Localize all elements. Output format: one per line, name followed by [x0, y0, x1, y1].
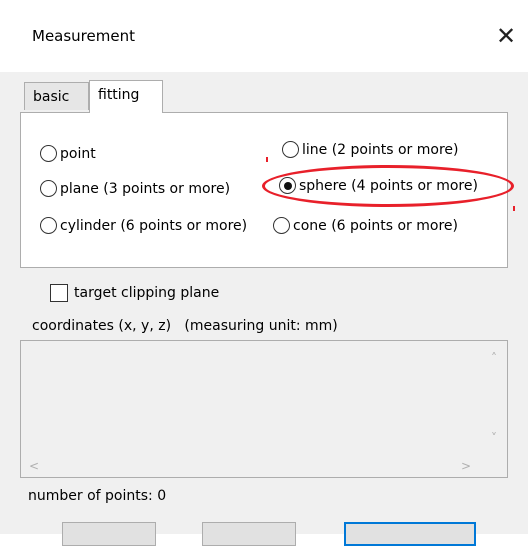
vertical-scrollbar[interactable]: ˄ ˅	[487, 341, 507, 459]
radio-label: line (2 points or more)	[302, 141, 459, 158]
radio-button-icon	[40, 145, 57, 162]
radio-button-icon	[282, 141, 299, 158]
tab-fitting[interactable]: fitting	[89, 80, 163, 113]
red-mark	[266, 157, 268, 162]
radio-button-icon	[40, 180, 57, 197]
radio-label: point	[60, 145, 96, 162]
scroll-up-icon[interactable]: ˄	[491, 351, 497, 365]
button-partial-1[interactable]	[62, 522, 156, 546]
scroll-down-icon[interactable]: ˅	[491, 431, 497, 445]
radio-label: cylinder (6 points or more)	[60, 217, 248, 234]
red-mark	[513, 206, 515, 211]
button-partial-3[interactable]	[344, 522, 476, 546]
scroll-right-icon[interactable]: >	[461, 459, 471, 473]
radio-cone[interactable]: cone (6 points or more)	[273, 217, 458, 234]
window-title: Measurement	[32, 27, 135, 45]
close-icon[interactable]: ✕	[490, 18, 522, 54]
checkbox-label: target clipping plane	[74, 285, 220, 301]
radio-button-selected-icon	[279, 177, 296, 194]
coordinates-textarea[interactable]: ˄ ˅ < >	[20, 340, 508, 478]
checkbox-icon	[50, 284, 68, 302]
radio-point[interactable]: point	[40, 145, 96, 162]
radio-plane[interactable]: plane (3 points or more)	[40, 180, 230, 197]
radio-sphere[interactable]: sphere (4 points or more)	[279, 177, 478, 194]
radio-cylinder[interactable]: cylinder (6 points or more)	[40, 217, 247, 234]
radio-label: sphere (4 points or more)	[299, 177, 478, 194]
radio-button-icon	[40, 217, 57, 234]
radio-label: plane (3 points or more)	[60, 180, 231, 197]
radio-line[interactable]: line (2 points or more)	[282, 141, 458, 158]
radio-label: cone (6 points or more)	[293, 217, 458, 234]
title-bar[interactable]: Measurement ✕	[0, 0, 528, 72]
number-of-points: number of points: 0	[28, 488, 167, 504]
radio-button-icon	[273, 217, 290, 234]
target-clipping-plane-checkbox[interactable]: target clipping plane	[50, 284, 219, 302]
tab-basic[interactable]: basic	[24, 82, 89, 110]
button-partial-2[interactable]	[202, 522, 296, 546]
scroll-left-icon[interactable]: <	[29, 459, 39, 473]
horizontal-scrollbar[interactable]: < >	[21, 457, 487, 477]
coordinates-label: coordinates (x, y, z) (measuring unit: m…	[32, 318, 338, 334]
